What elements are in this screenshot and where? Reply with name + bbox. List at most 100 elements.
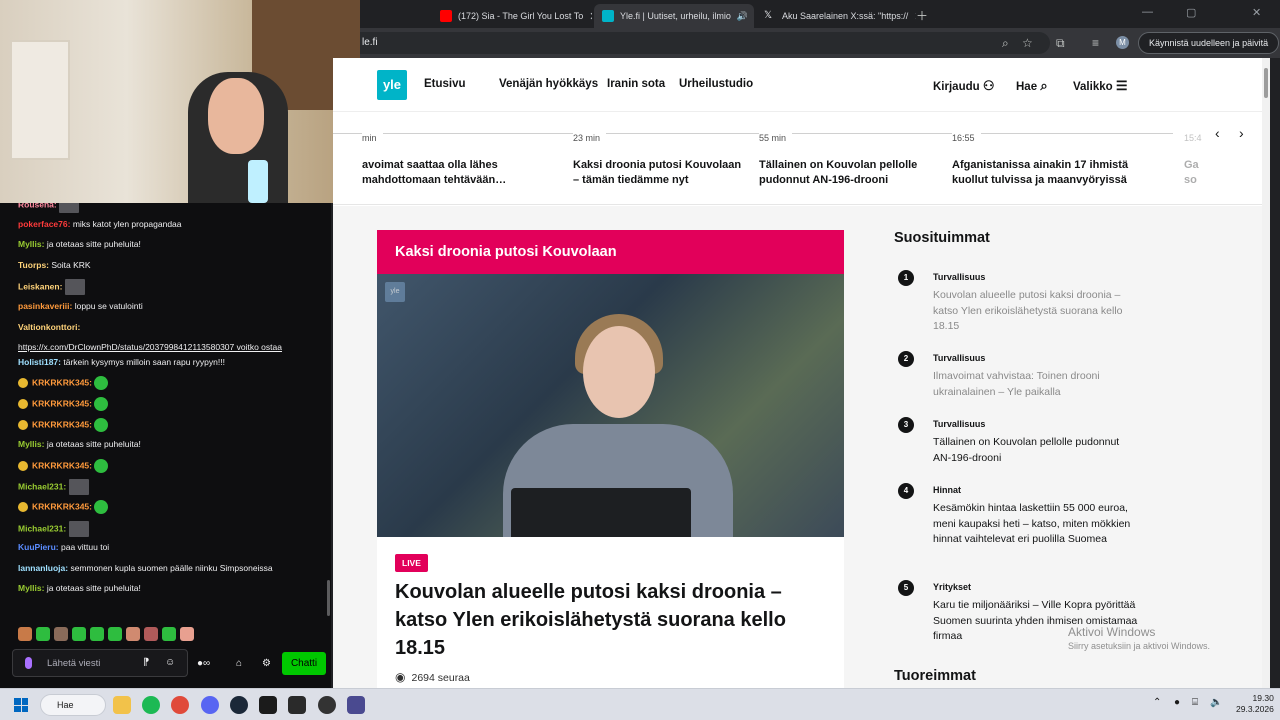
chat-username[interactable]: pokerface76: xyxy=(18,219,70,229)
window-close-icon[interactable]: ✕ xyxy=(1252,6,1261,19)
live-video[interactable]: yle xyxy=(377,274,844,537)
rl-app-icon[interactable] xyxy=(288,696,306,714)
discord-icon[interactable] xyxy=(201,696,219,714)
maximize-icon[interactable]: ▢ xyxy=(1186,6,1196,19)
chat-username[interactable]: KRKRKRK345: xyxy=(32,460,92,470)
steam-icon[interactable] xyxy=(230,696,248,714)
close-icon[interactable]: ✕ xyxy=(589,10,592,23)
system-clock[interactable]: 19.30 29.3.2026 xyxy=(1236,693,1274,715)
ticker-time: 23 min xyxy=(573,133,607,143)
tab-youtube[interactable]: (172) Sia - The Girl You Lost To ✕ xyxy=(432,4,592,28)
chat-username[interactable]: Leiskanen: xyxy=(18,282,62,292)
format-icon[interactable]: ⁋ xyxy=(143,657,149,668)
tray-expand-icon[interactable]: ⌃ xyxy=(1153,697,1161,708)
spotify-icon[interactable] xyxy=(142,696,160,714)
ticker-item[interactable]: 23 min Kaksi droonia putosi Kouvolaan – … xyxy=(573,128,748,188)
chat-username[interactable]: Myllis: xyxy=(18,439,44,449)
chat-text: Soita KRK xyxy=(51,259,91,270)
obs-icon[interactable] xyxy=(318,696,336,714)
ticker-next-icon[interactable]: › xyxy=(1239,125,1244,141)
tab-x[interactable]: 𝕏 Aku Saarelainen X:ssä: "https:// ✕ xyxy=(756,4,916,28)
mic-tray-icon[interactable]: ● xyxy=(1174,697,1180,708)
chat-username[interactable]: Rousena: xyxy=(18,203,57,209)
card-headline[interactable]: Kouvolan alueelle putosi kaksi droonia –… xyxy=(395,578,825,662)
profile-avatar[interactable]: M xyxy=(1116,36,1129,49)
chat-text: ja otetaas sitte puheluita! xyxy=(46,583,141,594)
webcam-overlay xyxy=(0,0,362,203)
settings-icon[interactable]: ⚙ xyxy=(262,658,271,669)
emote-icon[interactable] xyxy=(162,627,176,641)
file-explorer-icon[interactable] xyxy=(113,696,131,714)
address-bar[interactable]: le.fi xyxy=(360,32,1050,54)
media-control-icon[interactable]: ≡ xyxy=(1092,36,1099,50)
chat-username[interactable]: Holisti187: xyxy=(18,357,61,367)
nav-iranin-sota[interactable]: Iranin sota xyxy=(607,78,665,90)
network-icon[interactable]: ⌸ xyxy=(1192,697,1198,708)
emote-icon[interactable] xyxy=(54,627,68,641)
volume-icon[interactable]: 🔈 xyxy=(1210,697,1222,708)
chat-username[interactable]: Myllis: xyxy=(18,583,44,593)
chat-username[interactable]: Valtionkonttori: xyxy=(18,322,80,332)
x-app-icon[interactable] xyxy=(259,696,277,714)
chat-scrollbar[interactable] xyxy=(327,580,330,616)
ticker-item[interactable]: 15:4 Ga so xyxy=(1184,128,1208,188)
nav-urheilustudio[interactable]: Urheilustudio xyxy=(679,78,753,90)
emote-icon[interactable] xyxy=(144,627,158,641)
chat-username[interactable]: Michael231: xyxy=(18,523,66,533)
chat-send-button[interactable]: Chatti xyxy=(282,652,326,675)
minimize-icon[interactable]: — xyxy=(1142,6,1153,18)
chat-username[interactable]: KRKRKRK345: xyxy=(32,378,92,388)
nav-etusivu[interactable]: Etusivu xyxy=(424,78,466,90)
ticker-item[interactable]: min avoimat saattaa olla lähes mahdottom… xyxy=(362,128,537,188)
chat-username[interactable]: Tuorps: xyxy=(18,260,49,270)
emote-icon[interactable] xyxy=(72,627,86,641)
chat-username[interactable]: Michael231: xyxy=(18,482,66,492)
chat-emote-icon xyxy=(64,279,85,296)
emote-icon[interactable] xyxy=(180,627,194,641)
emote-icon[interactable] xyxy=(90,627,104,641)
relaunch-update-button[interactable]: Käynnistä uudelleen ja päivitä xyxy=(1138,32,1280,54)
chat-username[interactable]: KRKRKRK345: xyxy=(32,398,92,408)
chrome-icon[interactable] xyxy=(171,696,189,714)
chat-username[interactable]: pasinkaveriii: xyxy=(18,301,72,311)
scroll-thumb[interactable] xyxy=(1264,68,1268,98)
yle-logo[interactable]: yle xyxy=(377,70,407,100)
speaker-icon[interactable]: 🔊 xyxy=(737,11,748,22)
live-story-card[interactable]: Kaksi droonia putosi Kouvolaan yle LIVE … xyxy=(377,230,844,688)
app-icon[interactable] xyxy=(347,696,365,714)
chat-text[interactable]: https://x.com/DrClownPhD/status/20379984… xyxy=(18,342,282,352)
ticker-item[interactable]: 55 min Tällainen on Kouvolan pellolle pu… xyxy=(759,128,934,188)
chat-username[interactable]: lannanluoja: xyxy=(18,563,68,573)
chat-username[interactable]: KuuPieru: xyxy=(18,542,59,552)
emote-icon[interactable] xyxy=(18,627,32,641)
tab-yle[interactable]: Yle.fi | Uutiset, urheilu, ilmio 🔊 ✕ xyxy=(594,4,754,28)
bookmark-star-icon[interactable]: ☆ xyxy=(1022,36,1033,50)
store-icon[interactable]: ⌂ xyxy=(236,658,242,669)
ticker-prev-icon[interactable]: ‹ xyxy=(1215,125,1220,141)
page-scrollbar[interactable] xyxy=(1262,58,1270,688)
watermark-subtitle: Siirry asetuksiin ja aktivoi Windows. xyxy=(1068,641,1211,651)
emote-icon[interactable] xyxy=(36,627,50,641)
search-link[interactable]: Hae ⌕ xyxy=(1016,78,1048,94)
zoom-icon[interactable]: ⌕ xyxy=(1002,36,1009,51)
login-link[interactable]: Kirjaudu ⚇ xyxy=(933,78,995,94)
ticker-item[interactable]: 16:55 Afganistanissa ainakin 17 ihmistä … xyxy=(952,128,1167,188)
extensions-icon[interactable]: ⧉ xyxy=(1056,36,1065,51)
emote-icon[interactable] xyxy=(126,627,140,641)
chat-input[interactable]: Lähetä viesti ⁋ ☺ xyxy=(12,649,188,677)
nav-venajan-hyokkays[interactable]: Venäjän hyökkäys xyxy=(499,78,598,90)
menu-link[interactable]: Valikko ☰ xyxy=(1073,78,1128,94)
chat-username[interactable]: KRKRKRK345: xyxy=(32,419,92,429)
card-banner[interactable]: Kaksi droonia putosi Kouvolaan xyxy=(377,230,844,274)
chat-username[interactable]: KRKRKRK345: xyxy=(32,501,92,511)
new-tab-icon[interactable]: ＋ xyxy=(916,7,928,24)
tab-label: Aku Saarelainen X:ssä: "https:// xyxy=(782,11,909,21)
taskbar-search[interactable]: Hae xyxy=(40,694,106,716)
windows-start-icon[interactable] xyxy=(14,698,28,712)
emote-icon[interactable] xyxy=(108,627,122,641)
chat-username[interactable]: Myllis: xyxy=(18,239,44,249)
bits-icon[interactable]: ●∞ xyxy=(197,658,210,669)
emoji-icon[interactable]: ☺ xyxy=(165,657,175,668)
microphone-icon[interactable] xyxy=(25,657,32,669)
video-yle-logo: yle xyxy=(385,282,405,302)
